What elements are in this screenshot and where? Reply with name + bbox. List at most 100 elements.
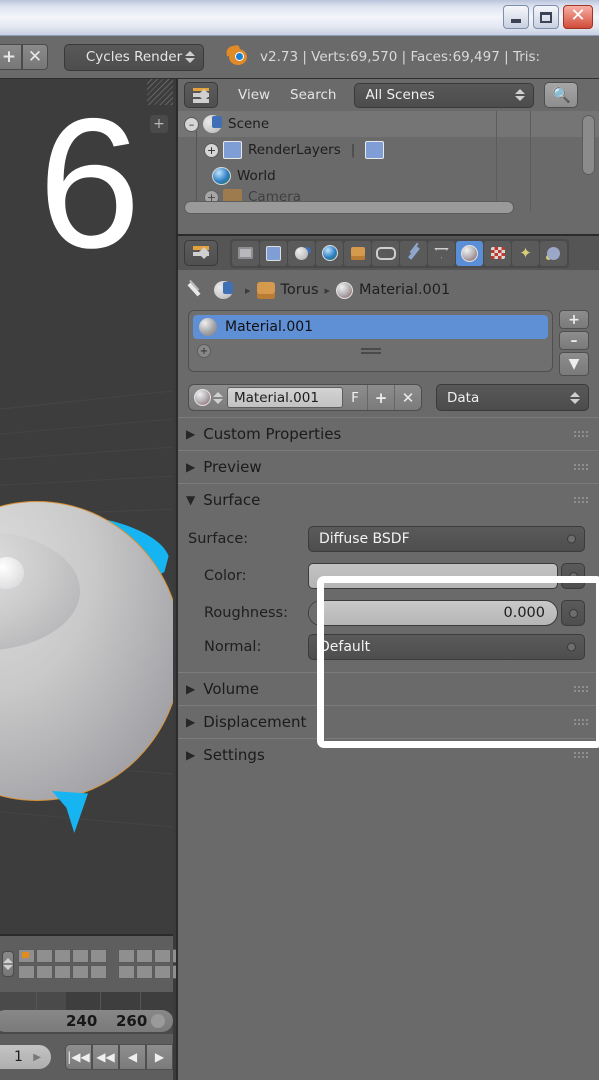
- outliner-vertical-scrollbar[interactable]: [582, 115, 595, 175]
- tab-render[interactable]: [232, 240, 259, 266]
- tab-constraints[interactable]: [372, 240, 399, 266]
- browse-material-button[interactable]: [189, 385, 227, 410]
- outliner-horizontal-scrollbar[interactable]: [184, 201, 514, 214]
- tab-render-layers[interactable]: [260, 240, 287, 266]
- timeline-editor-type-button[interactable]: [2, 951, 14, 977]
- breadcrumb: ▸ Torus ▸ Material.001: [178, 270, 599, 310]
- layer-cell[interactable]: [54, 949, 71, 963]
- jump-to-start-button[interactable]: |◀◀: [65, 1044, 92, 1070]
- tab-physics[interactable]: [540, 240, 567, 266]
- pin-icon[interactable]: [188, 280, 208, 300]
- layer-cell[interactable]: [72, 965, 89, 979]
- new-material-button[interactable]: +: [367, 385, 394, 410]
- panel-grip-icon[interactable]: [573, 429, 589, 439]
- color-swatch[interactable]: [308, 563, 558, 589]
- layer-cell[interactable]: [36, 949, 53, 963]
- add-screen-button[interactable]: +: [0, 44, 22, 70]
- outliner-row-scene[interactable]: – Scene: [178, 111, 599, 137]
- properties-editor-type-button[interactable]: [184, 240, 218, 266]
- panel-grip-icon[interactable]: [573, 684, 589, 694]
- tab-data[interactable]: [428, 240, 455, 266]
- normal-dropdown[interactable]: Default: [308, 634, 585, 660]
- layer-cell[interactable]: [72, 949, 89, 963]
- outliner-tree[interactable]: – Scene + RenderLayers | World + Camera: [178, 111, 599, 216]
- roughness-slider[interactable]: 0.000: [308, 600, 558, 626]
- surface-color-label: Color:: [204, 568, 247, 584]
- layer-cell[interactable]: [90, 949, 107, 963]
- layer-cell[interactable]: [54, 965, 71, 979]
- panel-volume[interactable]: ▶ Volume: [178, 672, 599, 705]
- play-button[interactable]: ▶: [146, 1044, 173, 1070]
- outliner-display-mode-dropdown[interactable]: All Scenes: [354, 82, 535, 108]
- layer-cell[interactable]: [136, 965, 153, 979]
- outliner-row-renderlayers[interactable]: + RenderLayers |: [178, 137, 599, 163]
- breadcrumb-object-label[interactable]: Torus: [281, 282, 319, 298]
- outliner-menu-view[interactable]: View: [238, 87, 270, 103]
- panel-surface[interactable]: ▼ Surface: [178, 483, 599, 516]
- previous-keyframe-button[interactable]: ◀◀: [92, 1044, 119, 1070]
- panel-displacement[interactable]: ▶ Displacement: [178, 705, 599, 738]
- render-engine-dropdown[interactable]: Cycles Render: [64, 43, 204, 71]
- timeline-scroll-handle[interactable]: [151, 1014, 165, 1028]
- delete-screen-button[interactable]: ✕: [22, 44, 48, 70]
- viewport-add-icon[interactable]: +: [150, 115, 168, 133]
- material-name-input[interactable]: Material.001: [227, 387, 343, 408]
- node-socket-icon[interactable]: [567, 534, 576, 544]
- viewport-corner-handle[interactable]: [147, 79, 173, 105]
- close-button[interactable]: ✕: [563, 5, 593, 29]
- panel-grip-icon[interactable]: [573, 717, 589, 727]
- color-socket-button[interactable]: [561, 563, 585, 589]
- layer-cell[interactable]: [18, 965, 35, 979]
- panel-grip-icon[interactable]: [573, 495, 589, 505]
- maximize-button[interactable]: [533, 5, 559, 29]
- outliner-search-button[interactable]: 🔍: [544, 82, 579, 108]
- tab-material[interactable]: [456, 240, 483, 266]
- layer-cell[interactable]: [36, 965, 53, 979]
- layer-cell[interactable]: [154, 965, 171, 979]
- resize-grip-icon[interactable]: [360, 346, 381, 356]
- play-reverse-button[interactable]: ◀: [119, 1044, 146, 1070]
- tab-particles[interactable]: [512, 240, 539, 266]
- surface-shader-dropdown[interactable]: Diffuse BSDF: [308, 526, 585, 552]
- panel-grip-icon[interactable]: [573, 462, 589, 472]
- 3d-viewport[interactable]: 6 +: [0, 79, 173, 934]
- tab-texture[interactable]: [484, 240, 511, 266]
- node-socket-icon[interactable]: [567, 642, 576, 652]
- panel-settings[interactable]: ▶ Settings: [178, 738, 599, 771]
- tab-modifiers[interactable]: [400, 240, 427, 266]
- panel-preview[interactable]: ▶ Preview: [178, 450, 599, 483]
- material-slot-menu-button[interactable]: ▼: [559, 352, 589, 376]
- layer-cell[interactable]: [90, 965, 107, 979]
- material-link-dropdown[interactable]: Data: [436, 384, 589, 411]
- unlink-material-button[interactable]: ✕: [394, 385, 421, 410]
- breadcrumb-material-label[interactable]: Material.001: [359, 282, 450, 298]
- material-slot-list[interactable]: Material.001 +: [188, 310, 553, 372]
- expand-toggle-icon[interactable]: +: [204, 142, 219, 158]
- layer-cell[interactable]: [18, 949, 35, 963]
- panel-custom-properties[interactable]: ▶ Custom Properties: [178, 417, 599, 450]
- layer-cell[interactable]: [118, 949, 135, 963]
- minimize-button[interactable]: [503, 5, 529, 29]
- timeline-scrollbar[interactable]: 240 260: [0, 1010, 173, 1032]
- layer-cell[interactable]: [118, 965, 135, 979]
- tab-scene[interactable]: [288, 240, 315, 266]
- fake-user-button[interactable]: F: [343, 390, 367, 406]
- current-frame-field[interactable]: 1 ▶: [0, 1045, 51, 1069]
- tab-object[interactable]: [344, 240, 371, 266]
- outliner-menu-search[interactable]: Search: [290, 87, 336, 103]
- expand-icon[interactable]: +: [197, 344, 211, 358]
- material-slot-row[interactable]: Material.001: [193, 315, 548, 339]
- roughness-socket-button[interactable]: [561, 600, 585, 626]
- outliner-row-world[interactable]: World: [178, 163, 599, 189]
- layer-cell[interactable]: [154, 949, 171, 963]
- properties-editor: ▸ Torus ▸ Material.001 Material.001 + + …: [176, 234, 599, 1080]
- outliner-editor-type-button[interactable]: [184, 82, 218, 108]
- remove-material-slot-button[interactable]: –: [559, 331, 589, 350]
- layer-cell[interactable]: [136, 949, 153, 963]
- surface-roughness-label: Roughness:: [204, 605, 288, 621]
- add-material-slot-button[interactable]: +: [559, 310, 589, 329]
- collapse-toggle-icon[interactable]: –: [184, 116, 199, 132]
- timeline-strip[interactable]: 240 260: [0, 992, 173, 1034]
- tab-world[interactable]: [316, 240, 343, 266]
- panel-grip-icon[interactable]: [573, 750, 589, 760]
